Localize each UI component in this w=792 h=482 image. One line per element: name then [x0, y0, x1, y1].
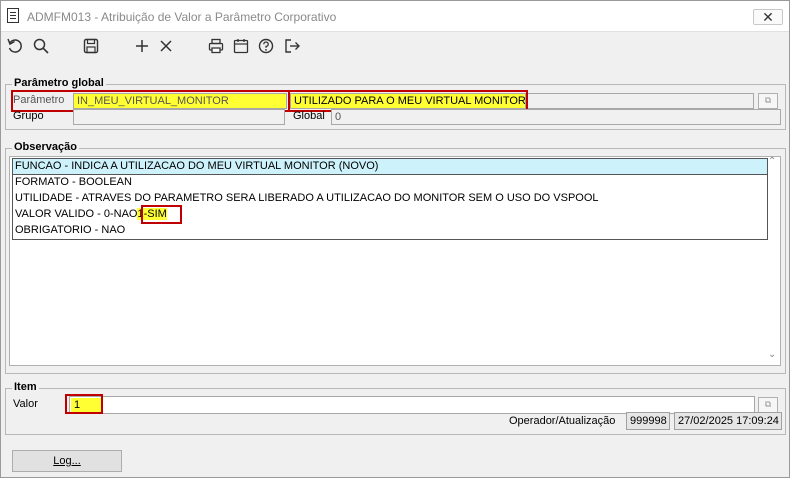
- search-icon[interactable]: [31, 36, 51, 56]
- list-item[interactable]: OBRIGATORIO - NAO: [12, 223, 768, 240]
- toolbar: [1, 32, 789, 62]
- grupo-field: [73, 109, 285, 125]
- parametro-description-ext: [527, 93, 754, 109]
- main-window: ADMFM013 - Atribuição de Valor a Parâmet…: [0, 0, 790, 478]
- lookup-icon[interactable]: ⧉: [758, 93, 778, 109]
- annotation-box-sim: [141, 205, 182, 224]
- item-title: Item: [12, 381, 39, 393]
- list-item[interactable]: FORMATO - BOOLEAN: [12, 175, 768, 192]
- valor-label: Valor: [13, 398, 38, 410]
- scroll-down-icon[interactable]: ⌄: [768, 349, 776, 360]
- close-button[interactable]: ✕: [753, 9, 783, 25]
- save-icon[interactable]: [81, 36, 101, 56]
- help-icon[interactable]: [256, 36, 276, 56]
- operador-label: Operador/Atualização: [509, 415, 616, 427]
- add-icon[interactable]: [132, 36, 152, 56]
- global-label: Global: [293, 110, 325, 122]
- log-button[interactable]: Log...: [12, 450, 122, 472]
- window-title: ADMFM013 - Atribuição de Valor a Parâmet…: [27, 10, 337, 24]
- print-icon[interactable]: [206, 36, 226, 56]
- parametro-global-title: Parâmetro global: [12, 77, 106, 89]
- list-item-valor-valido[interactable]: VALOR VALIDO - 0-NAO1-SIM: [12, 207, 768, 224]
- global-field: 0: [331, 109, 781, 125]
- observacao-list[interactable]: FUNCAO - INDICA A UTILIZACAO DO MEU VIRT…: [9, 156, 781, 366]
- list-item[interactable]: UTILIDADE - ATRAVES DO PARAMETRO SERA LI…: [12, 191, 768, 208]
- lookup-icon[interactable]: ⧉: [758, 397, 778, 413]
- operador-field: 999998: [626, 412, 670, 430]
- refresh-icon[interactable]: [5, 36, 25, 56]
- observacao-title: Observação: [12, 141, 79, 153]
- document-icon: [7, 8, 19, 23]
- log-button-label: Log...: [53, 455, 81, 467]
- exit-icon[interactable]: [282, 36, 302, 56]
- list-item[interactable]: FUNCAO - INDICA A UTILIZACAO DO MEU VIRT…: [12, 158, 768, 175]
- scroll-up-icon[interactable]: ⌃: [768, 156, 776, 167]
- annotation-box-valor: [65, 394, 103, 414]
- grupo-label: Grupo: [13, 110, 44, 122]
- calendar-icon[interactable]: [231, 36, 251, 56]
- delete-icon[interactable]: [156, 36, 176, 56]
- title-bar: ADMFM013 - Atribuição de Valor a Parâmet…: [1, 1, 789, 32]
- valor-valido-text: VALOR VALIDO - 0-NAO: [15, 208, 138, 220]
- atualizacao-field: 27/02/2025 17:09:24: [674, 412, 782, 430]
